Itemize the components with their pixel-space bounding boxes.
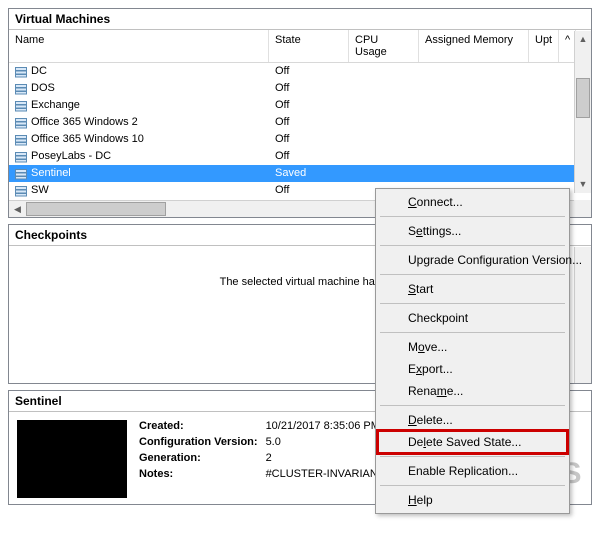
vm-name: Office 365 Windows 2 [31, 114, 138, 131]
vm-state: Off [269, 114, 349, 131]
ctx-separator [380, 456, 565, 457]
hscroll-thumb[interactable] [26, 202, 166, 216]
vm-row[interactable]: Office 365 Windows 2 Off [9, 114, 591, 131]
vm-state: Saved [269, 165, 349, 182]
vm-state: Off [269, 182, 349, 199]
vm-icon [15, 168, 27, 180]
ctx-connect[interactable]: Connect... [378, 191, 567, 213]
notes-label: Notes: [139, 468, 258, 480]
ctx-enable-replication[interactable]: Enable Replication... [378, 460, 567, 482]
vm-panel-title: Virtual Machines [9, 9, 591, 30]
vm-name: Exchange [31, 97, 80, 114]
chk-vertical-scrollbar[interactable] [574, 247, 591, 383]
vm-name: DOS [31, 80, 55, 97]
vm-context-menu[interactable]: Connect... Settings... Upgrade Configura… [375, 188, 570, 514]
vm-row[interactable]: DC Off [9, 63, 591, 80]
vm-icon [15, 66, 27, 78]
scroll-down-icon[interactable]: ▼ [575, 176, 591, 193]
ctx-rename[interactable]: Rename... [378, 380, 567, 402]
ctx-upgrade-config[interactable]: Upgrade Configuration Version... [378, 249, 567, 271]
config-version-label: Configuration Version: [139, 436, 258, 448]
vm-icon [15, 134, 27, 146]
ctx-delete-saved-state[interactable]: Delete Saved State... [378, 431, 567, 453]
virtual-machines-panel: Virtual Machines Name State CPU Usage As… [8, 8, 592, 218]
vm-mem [419, 148, 529, 165]
vm-row[interactable]: Exchange Off [9, 97, 591, 114]
vm-cpu [349, 131, 419, 148]
vm-cpu [349, 114, 419, 131]
vm-cpu [349, 80, 419, 97]
scroll-track[interactable] [575, 48, 591, 176]
vm-name: Office 365 Windows 10 [31, 131, 144, 148]
vm-state: Off [269, 131, 349, 148]
vm-name: SW [31, 182, 49, 199]
vm-mem [419, 80, 529, 97]
vm-icon [15, 100, 27, 112]
ctx-separator [380, 216, 565, 217]
vm-upt [529, 114, 559, 131]
vm-name: DC [31, 63, 47, 80]
vm-icon [15, 151, 27, 163]
vm-row[interactable]: Office 365 Windows 10 Off [9, 131, 591, 148]
ctx-delete[interactable]: Delete... [378, 409, 567, 431]
vm-upt [529, 63, 559, 80]
scroll-left-icon[interactable]: ◀ [9, 201, 26, 217]
vm-name: PoseyLabs - DC [31, 148, 111, 165]
vm-upt [529, 131, 559, 148]
col-upt[interactable]: Upt [529, 30, 559, 62]
col-state[interactable]: State [269, 30, 349, 62]
ctx-start[interactable]: Start [378, 278, 567, 300]
vm-cpu [349, 63, 419, 80]
scroll-thumb[interactable] [576, 78, 590, 118]
ctx-separator [380, 245, 565, 246]
scroll-up-icon[interactable]: ▲ [575, 31, 591, 48]
vm-mem [419, 114, 529, 131]
ctx-settings[interactable]: Settings... [378, 220, 567, 242]
ctx-checkpoint[interactable]: Checkpoint [378, 307, 567, 329]
col-cpu[interactable]: CPU Usage [349, 30, 419, 62]
vm-mem [419, 165, 529, 182]
scroll-corner [574, 200, 591, 217]
vertical-scrollbar[interactable]: ▲ ▼ [574, 31, 591, 193]
vm-name: Sentinel [31, 165, 71, 182]
vm-upt [529, 80, 559, 97]
ctx-separator [380, 485, 565, 486]
vm-mem [419, 63, 529, 80]
vm-upt [529, 165, 559, 182]
vm-upt [529, 97, 559, 114]
vm-icon [15, 83, 27, 95]
vm-row[interactable]: PoseyLabs - DC Off [9, 148, 591, 165]
created-label: Created: [139, 420, 258, 432]
ctx-separator [380, 405, 565, 406]
vm-cpu [349, 97, 419, 114]
vm-icon [15, 117, 27, 129]
vm-row[interactable]: Sentinel Saved [9, 165, 591, 182]
generation-label: Generation: [139, 452, 258, 464]
ctx-move[interactable]: Move... [378, 336, 567, 358]
vm-state: Off [269, 97, 349, 114]
vm-grid-header: Name State CPU Usage Assigned Memory Upt… [9, 30, 591, 63]
vm-upt [529, 148, 559, 165]
vm-mem [419, 131, 529, 148]
vm-state: Off [269, 80, 349, 97]
detail-labels-col1: Created: Configuration Version: Generati… [139, 420, 258, 498]
vm-state: Off [269, 148, 349, 165]
ctx-separator [380, 332, 565, 333]
vm-mem [419, 97, 529, 114]
col-name[interactable]: Name [9, 30, 269, 62]
ctx-separator [380, 274, 565, 275]
ctx-export[interactable]: Export... [378, 358, 567, 380]
vm-cpu [349, 148, 419, 165]
vm-icon [15, 185, 27, 197]
vm-grid-body[interactable]: DCOffDOSOffExchangeOffOffice 365 Windows… [9, 63, 591, 205]
vm-thumbnail [17, 420, 127, 498]
vm-cpu [349, 165, 419, 182]
vm-state: Off [269, 63, 349, 80]
vm-row[interactable]: DOS Off [9, 80, 591, 97]
col-mem[interactable]: Assigned Memory [419, 30, 529, 62]
ctx-separator [380, 303, 565, 304]
ctx-help[interactable]: Help [378, 489, 567, 511]
